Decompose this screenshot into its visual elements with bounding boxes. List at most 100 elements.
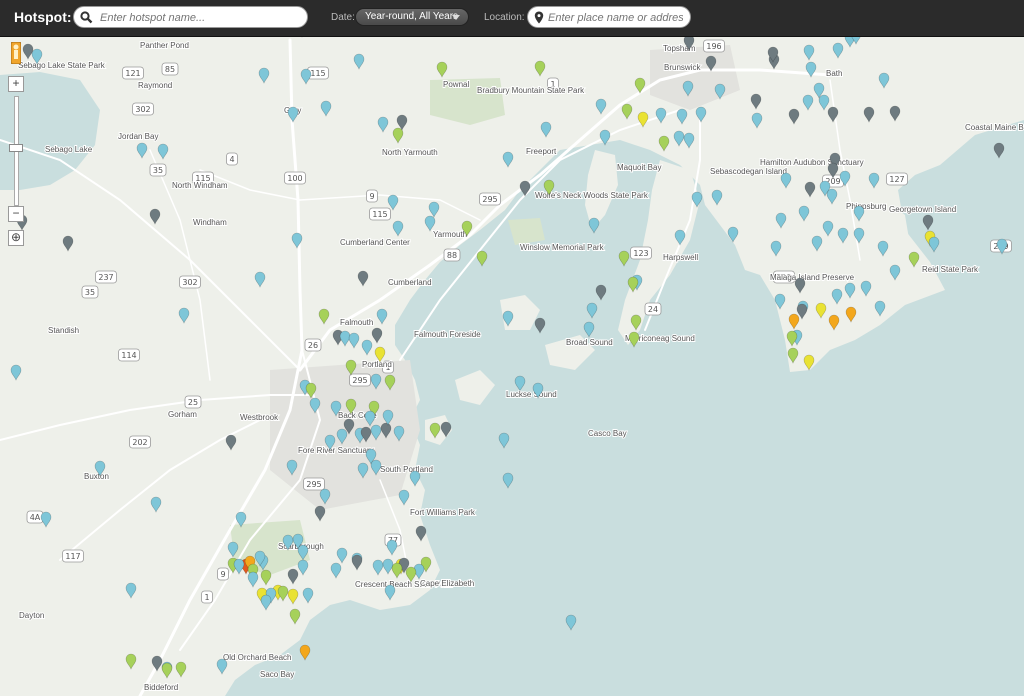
road-shield: 25	[184, 395, 202, 409]
place-label: Jordan Bay	[118, 132, 158, 141]
place-label: Fore River Sanctuary	[298, 446, 374, 455]
hotspot-search-box[interactable]	[73, 6, 308, 28]
road-shield-number: 26	[308, 341, 318, 350]
road-shield-number: 9	[220, 570, 225, 579]
road-shield-number: 202	[132, 438, 147, 447]
place-label: Casco Bay	[588, 429, 627, 438]
road-shield-number: 88	[447, 251, 457, 260]
place-label: Maquoit Bay	[617, 163, 661, 172]
place-label: Phippsburg	[846, 202, 886, 211]
place-label: Malaga Island Preserve	[770, 273, 855, 282]
place-label: Cape Elizabeth	[420, 579, 474, 588]
place-label: Bath	[826, 69, 842, 78]
road-shield-number: 295	[352, 376, 367, 385]
place-label: North Windham	[172, 181, 228, 190]
search-icon	[80, 11, 93, 24]
road-shield-number: 1	[204, 593, 209, 602]
road-shield-number: 4	[229, 155, 234, 164]
place-label: Windham	[193, 218, 227, 227]
place-label: Brunswick	[664, 63, 701, 72]
zoom-out-button[interactable]: −	[8, 206, 24, 222]
road-shield: 114	[118, 348, 140, 362]
road-shield-number: 196	[706, 42, 721, 51]
road-shield: 24	[644, 302, 662, 316]
road-shield: 100	[284, 171, 306, 185]
place-label: Standish	[48, 326, 79, 335]
road-shield: 121	[122, 66, 144, 80]
road-shield: 123	[630, 246, 652, 260]
place-label: Biddeford	[144, 683, 178, 692]
road-shield-number: 302	[135, 105, 150, 114]
road-shield-number: 115	[310, 69, 325, 78]
road-shield-number: 121	[125, 69, 140, 78]
road-shield: 295	[303, 477, 325, 491]
road-shield: 196	[703, 39, 725, 53]
road-shield-number: 35	[153, 166, 163, 175]
road-shield: 302	[179, 275, 201, 289]
road-shield-number: 295	[482, 195, 497, 204]
zoom-box-icon[interactable]: ⊕	[8, 230, 24, 246]
place-label: Hamilton Audubon Sanctuary	[760, 158, 864, 167]
place-label: Old Orchard Beach	[223, 653, 291, 662]
place-label: Harpswell	[663, 253, 698, 262]
road-shield: 302	[132, 102, 154, 116]
road-shield-number: 123	[633, 249, 648, 258]
place-label: Panther Pond	[140, 41, 189, 50]
place-label: Buxton	[84, 472, 109, 481]
place-label: Fort Williams Park	[410, 508, 476, 517]
place-label: Westbrook	[240, 413, 279, 422]
map-canvas[interactable]: 121 8530235115430223735114252021151009115…	[0, 37, 1024, 696]
zoom-in-button[interactable]: +	[8, 76, 24, 92]
location-search-box[interactable]	[527, 6, 691, 28]
place-label: Yarmouth	[433, 230, 467, 239]
place-label: North Yarmouth	[382, 148, 438, 157]
place-label: Sebascodegan Island	[710, 167, 787, 176]
zoom-slider-thumb[interactable]	[9, 144, 23, 152]
road-shield-number: 295	[306, 480, 321, 489]
place-label: Dayton	[19, 611, 44, 620]
road-shield-number: 24	[648, 305, 658, 314]
place-label: Cumberland Center	[340, 238, 410, 247]
place-label: Sebago Lake	[45, 145, 93, 154]
place-label: Portland	[362, 360, 392, 369]
road-shield: 26	[304, 338, 322, 352]
hotspot-label: Hotspot:	[14, 9, 72, 25]
place-label: Cumberland	[388, 278, 432, 287]
place-label: Broad Sound	[566, 338, 613, 347]
road-shield: 295	[479, 192, 501, 206]
road-shield: 88	[443, 248, 461, 262]
road-shield: 9	[217, 567, 229, 581]
map-pin-icon	[534, 11, 544, 24]
road-shield: 117	[62, 549, 84, 563]
place-label: Falmouth Foreside	[414, 330, 481, 339]
road-shield-number: 115	[372, 210, 387, 219]
road-shield-number: 127	[889, 175, 904, 184]
hotspot-search-input[interactable]	[98, 9, 302, 27]
road-shield-number: 114	[121, 351, 136, 360]
place-label: Reid State Park	[922, 265, 979, 274]
road-shield-number: 4A	[30, 513, 41, 522]
road-shield-number: 117	[65, 552, 80, 561]
road-shield-number: 25	[188, 398, 198, 407]
location-label: Location:	[484, 12, 525, 23]
place-label: Luckse Sound	[506, 390, 557, 399]
place-label: Falmouth	[340, 318, 373, 327]
road-shield-number: 35	[85, 288, 95, 297]
date-dropdown[interactable]: Year-round, All Years	[355, 8, 469, 26]
road-shield-number: 302	[182, 278, 197, 287]
pegman-icon[interactable]	[11, 42, 21, 64]
place-label: Pownal	[443, 80, 469, 89]
place-label: Saco Bay	[260, 670, 294, 679]
date-selected-value: Year-round, All Years	[365, 11, 459, 22]
road-shield: 4A	[26, 510, 44, 524]
place-label: Coastal Maine Botanical Gardens	[965, 123, 1024, 132]
location-search-input[interactable]	[546, 9, 685, 27]
road-shield: 115	[369, 207, 391, 221]
date-label: Date:	[331, 12, 355, 23]
place-label: Freeport	[526, 147, 557, 156]
top-toolbar: Hotspot: Date: Year-round, All Years Loc…	[0, 0, 1024, 37]
road-shield-number: 237	[98, 273, 113, 282]
road-shield-number: 85	[165, 65, 175, 74]
place-label: Raymond	[138, 81, 172, 90]
place-label: Gorham	[168, 410, 197, 419]
